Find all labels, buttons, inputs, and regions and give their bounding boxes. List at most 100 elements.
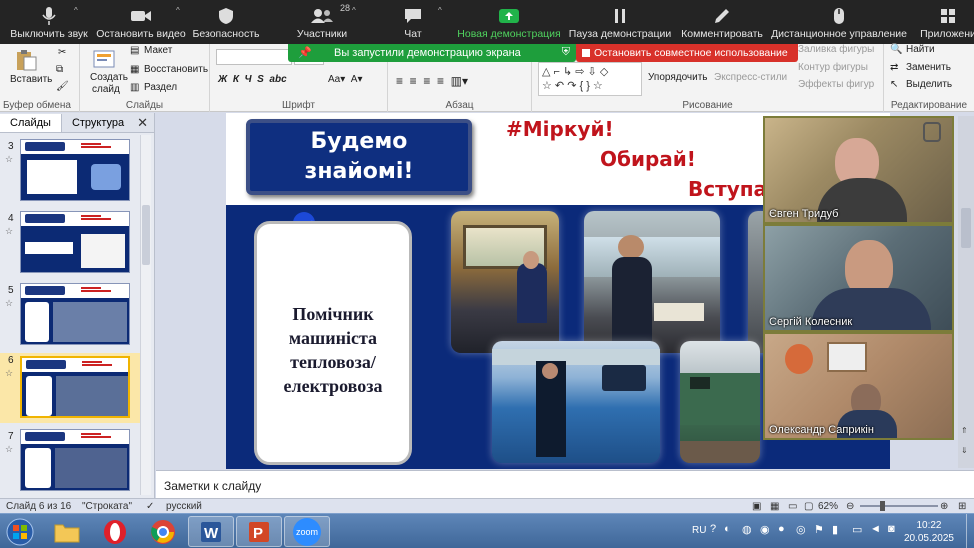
- profession-card[interactable]: Помічник машиніста тепловоза/ електровоз…: [254, 221, 412, 465]
- slide-title-box[interactable]: Будемо знайомі!: [246, 119, 472, 195]
- slide-thumbnail-selected[interactable]: 6 ☆: [0, 353, 140, 423]
- shape-outline-button[interactable]: Контур фигуры: [798, 62, 868, 73]
- stop-share-button[interactable]: Остановить совместное использование: [576, 44, 798, 62]
- slides-scrollbar[interactable]: [140, 135, 151, 495]
- zoom-out-icon[interactable]: ⊖: [846, 501, 854, 512]
- clock[interactable]: 10:22 20.05.2025: [904, 519, 954, 545]
- tray-icon[interactable]: ◙: [888, 523, 895, 548]
- zoom-level[interactable]: 62%: [818, 501, 838, 512]
- tray-icon[interactable]: ◐: [724, 523, 731, 548]
- format-painter-icon[interactable]: 🖌: [56, 81, 69, 92]
- font-color-icon[interactable]: Aa▾ A▾: [328, 74, 363, 85]
- zoom-in-icon[interactable]: ⊕: [940, 501, 948, 512]
- chevron-up-icon[interactable]: ^: [438, 6, 442, 15]
- slide-thumbnail[interactable]: 4 ☆: [0, 211, 140, 277]
- zoom-slider-handle[interactable]: [880, 501, 885, 511]
- spellcheck-icon[interactable]: ✓: [146, 501, 154, 512]
- arrange-button[interactable]: Упорядочить: [648, 72, 708, 83]
- new-slide-label[interactable]: Создать: [90, 72, 128, 83]
- tab-slides[interactable]: Слайды: [0, 113, 62, 132]
- copy-icon[interactable]: ⧉: [56, 64, 63, 75]
- chevron-up-icon[interactable]: ^: [352, 6, 356, 15]
- stop-video-button[interactable]: Остановить видео ^: [96, 0, 185, 40]
- scrollbar-thumb[interactable]: [142, 205, 150, 265]
- zoom-app-icon[interactable]: zoom: [284, 516, 330, 547]
- remote-control-button[interactable]: Дистанционное управление: [771, 0, 907, 40]
- security-button[interactable]: Безопасность: [192, 0, 260, 40]
- chevron-up-icon[interactable]: ^: [74, 6, 78, 15]
- shape-effects-button[interactable]: Эффекты фигур: [798, 79, 874, 90]
- slogan-enter[interactable]: Вступа: [688, 177, 767, 201]
- reset-icon[interactable]: ▦: [130, 64, 139, 75]
- slogan-choose[interactable]: Обирай!: [600, 147, 696, 171]
- find-icon[interactable]: 🔍: [890, 44, 902, 55]
- mute-button[interactable]: Выключить звук ^: [6, 0, 92, 40]
- tab-outline[interactable]: Структура: [62, 114, 134, 132]
- chevron-double-up-icon[interactable]: ⇑: [961, 426, 968, 435]
- align-icons[interactable]: ≡ ≡ ≡ ≡ ▥▾: [396, 74, 468, 88]
- slide-sorter-icon[interactable]: ▦: [770, 501, 779, 512]
- viber-icon[interactable]: ◍: [742, 523, 752, 548]
- network-icon[interactable]: ▮: [832, 523, 838, 548]
- font-name-select[interactable]: [216, 49, 292, 65]
- new-slide-icon[interactable]: [92, 48, 116, 70]
- quick-styles-button[interactable]: Экспресс-стили: [714, 72, 787, 83]
- slideshow-icon[interactable]: ▢: [804, 501, 813, 512]
- cut-icon[interactable]: ✂: [58, 47, 66, 58]
- zoom-slider[interactable]: [860, 501, 938, 511]
- annotate-button[interactable]: Комментировать: [680, 0, 764, 40]
- new-slide-label-2[interactable]: слайд: [92, 84, 120, 95]
- slide-thumbnail[interactable]: 7 ☆: [0, 429, 140, 495]
- opera-icon[interactable]: [92, 516, 138, 547]
- bold-italic-icons[interactable]: Ж К Ч S abc: [218, 74, 287, 85]
- select-icon[interactable]: ↖: [890, 79, 898, 90]
- new-share-button[interactable]: Новая демонстрация: [457, 0, 561, 40]
- battery-icon[interactable]: ▭: [852, 523, 862, 548]
- select-button[interactable]: Выделить: [906, 79, 952, 90]
- layout-icon[interactable]: ▤: [130, 45, 139, 56]
- tray-icon[interactable]: ◉: [760, 523, 770, 548]
- replace-button[interactable]: Заменить: [906, 62, 951, 73]
- video-tile[interactable]: Євген Тридуб: [763, 116, 954, 224]
- pause-share-button[interactable]: Пауза демонстрации: [569, 0, 671, 40]
- file-explorer-icon[interactable]: [44, 516, 90, 547]
- notes-pane[interactable]: Заметки к слайду: [156, 470, 974, 498]
- start-button[interactable]: [2, 516, 38, 547]
- close-icon[interactable]: ✕: [137, 115, 148, 131]
- video-tile[interactable]: Олександр Саприкін: [763, 332, 954, 440]
- flag-icon[interactable]: ⚑: [814, 523, 824, 548]
- language-switch[interactable]: RU: [692, 525, 706, 548]
- zoom-tray-icon[interactable]: ●: [778, 523, 785, 548]
- find-button[interactable]: Найти: [906, 44, 935, 55]
- word-icon[interactable]: W: [188, 516, 234, 547]
- tray-icon[interactable]: ◎: [796, 523, 806, 548]
- scrollbar-thumb[interactable]: [961, 208, 971, 248]
- language-indicator[interactable]: русский: [166, 501, 202, 512]
- fit-to-window-icon[interactable]: ⊞: [958, 501, 966, 512]
- chrome-icon[interactable]: [140, 516, 186, 547]
- powerpoint-icon[interactable]: P: [236, 516, 282, 547]
- video-tile[interactable]: Сергій Колесник: [763, 224, 954, 332]
- shapes-gallery[interactable]: △ ⌐ ↳ ⇨ ⇩ ◇ ☆ ↶ ↷ { } ☆: [538, 62, 642, 96]
- volume-icon[interactable]: ◄: [870, 523, 881, 548]
- section-icon[interactable]: ▥: [130, 82, 139, 93]
- chevron-up-icon[interactable]: ^: [176, 6, 180, 15]
- reset-button[interactable]: Восстановить: [144, 64, 208, 75]
- show-desktop-button[interactable]: [966, 514, 974, 548]
- slide-thumbnail[interactable]: 5 ☆: [0, 283, 140, 349]
- chevron-double-down-icon[interactable]: ⇓: [961, 446, 968, 455]
- participants-button[interactable]: Участники 28 ^: [290, 0, 356, 40]
- slide-scrollbar[interactable]: ⇑ ⇓: [958, 116, 974, 468]
- paste-label[interactable]: Вставить: [10, 74, 52, 85]
- chat-button[interactable]: Чат ^: [390, 0, 441, 40]
- replace-icon[interactable]: ⇄: [890, 62, 898, 73]
- shape-fill-button[interactable]: Заливка фигуры: [798, 44, 874, 55]
- slogan-think[interactable]: #Міркуй!: [506, 117, 614, 141]
- section-button[interactable]: Раздел: [144, 82, 177, 93]
- slide-thumbnail[interactable]: 3 ☆: [0, 139, 140, 205]
- help-icon[interactable]: ?: [710, 523, 716, 548]
- layout-button[interactable]: Макет: [144, 45, 172, 56]
- paste-icon[interactable]: [14, 48, 38, 72]
- apps-button[interactable]: Приложени: [918, 0, 974, 40]
- reading-view-icon[interactable]: ▭: [788, 501, 797, 512]
